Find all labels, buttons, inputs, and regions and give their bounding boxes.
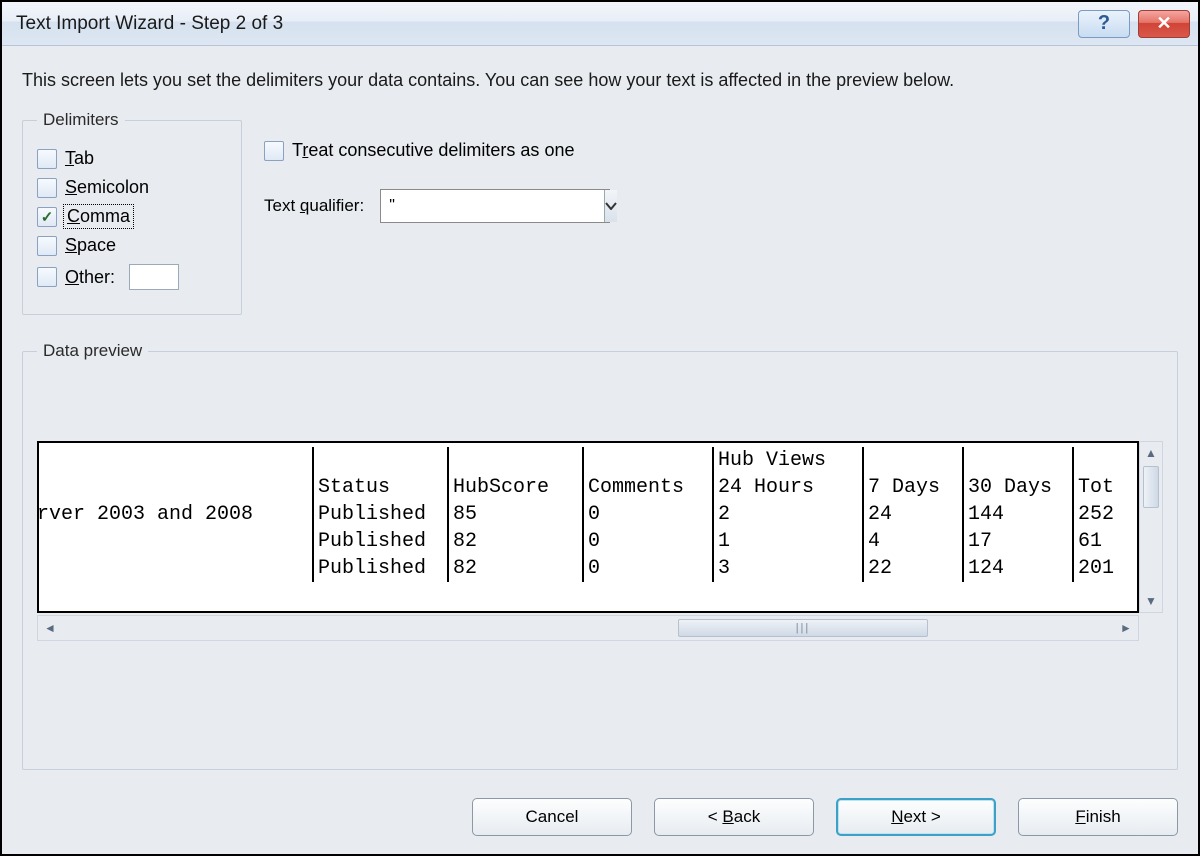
text-qualifier-combo[interactable] <box>380 189 610 223</box>
horizontal-scrollbar[interactable]: ◄ ||| ► <box>37 615 1139 641</box>
comma-checkbox[interactable]: ✓ <box>37 207 57 227</box>
scroll-down-icon[interactable]: ▼ <box>1140 590 1162 612</box>
space-label: Space <box>65 235 116 256</box>
treat-consecutive-label: Treat consecutive delimiters as one <box>292 140 574 161</box>
chevron-down-icon <box>605 202 617 210</box>
other-label: Other: <box>65 267 115 288</box>
back-button[interactable]: < Back <box>654 798 814 836</box>
close-button[interactable]: ✕ <box>1138 10 1190 38</box>
other-checkbox[interactable] <box>37 267 57 287</box>
tab-label: Tab <box>65 148 94 169</box>
semicolon-checkbox[interactable] <box>37 178 57 198</box>
help-button[interactable]: ? <box>1078 10 1130 38</box>
delimiters-legend: Delimiters <box>37 110 125 130</box>
tab-checkbox[interactable] <box>37 149 57 169</box>
scroll-up-icon[interactable]: ▲ <box>1140 442 1162 464</box>
finish-button-label: Finish <box>1075 807 1120 827</box>
help-icon: ? <box>1098 12 1110 35</box>
text-qualifier-input[interactable] <box>381 190 604 222</box>
titlebar: Text Import Wizard - Step 2 of 3 ? ✕ <box>2 2 1198 46</box>
horizontal-scroll-thumb[interactable]: ||| <box>678 619 928 637</box>
data-preview-group: Data preview Hub Views StatusHubScoreCom… <box>22 341 1178 770</box>
next-button-label: Next > <box>891 807 941 827</box>
close-icon: ✕ <box>1156 13 1171 34</box>
text-qualifier-dropdown-button[interactable] <box>604 190 617 222</box>
window-title: Text Import Wizard - Step 2 of 3 <box>16 13 1078 35</box>
delimiters-group: Delimiters Tab Semicolon ✓ Comma Space O… <box>22 110 242 315</box>
data-preview-legend: Data preview <box>37 341 148 361</box>
treat-consecutive-checkbox[interactable] <box>264 141 284 161</box>
finish-button[interactable]: Finish <box>1018 798 1178 836</box>
semicolon-label: Semicolon <box>65 177 149 198</box>
space-checkbox[interactable] <box>37 236 57 256</box>
instruction-text: This screen lets you set the delimiters … <box>22 68 1178 92</box>
comma-label: Comma <box>65 206 132 227</box>
cancel-button[interactable]: Cancel <box>472 798 632 836</box>
back-button-label: < Back <box>708 807 760 827</box>
vertical-scroll-thumb[interactable] <box>1143 466 1159 508</box>
preview-viewport: Hub Views StatusHubScoreComments24 Hours… <box>37 441 1139 613</box>
scroll-right-icon[interactable]: ► <box>1114 616 1138 640</box>
scroll-left-icon[interactable]: ◄ <box>38 616 62 640</box>
other-delimiter-input[interactable] <box>129 264 179 290</box>
cancel-button-label: Cancel <box>526 807 579 827</box>
text-qualifier-label: Text qualifier: <box>264 196 364 216</box>
preview-table: Hub Views StatusHubScoreComments24 Hours… <box>37 447 1133 582</box>
vertical-scrollbar[interactable]: ▲ ▼ <box>1139 441 1163 613</box>
next-button[interactable]: Next > <box>836 798 996 836</box>
